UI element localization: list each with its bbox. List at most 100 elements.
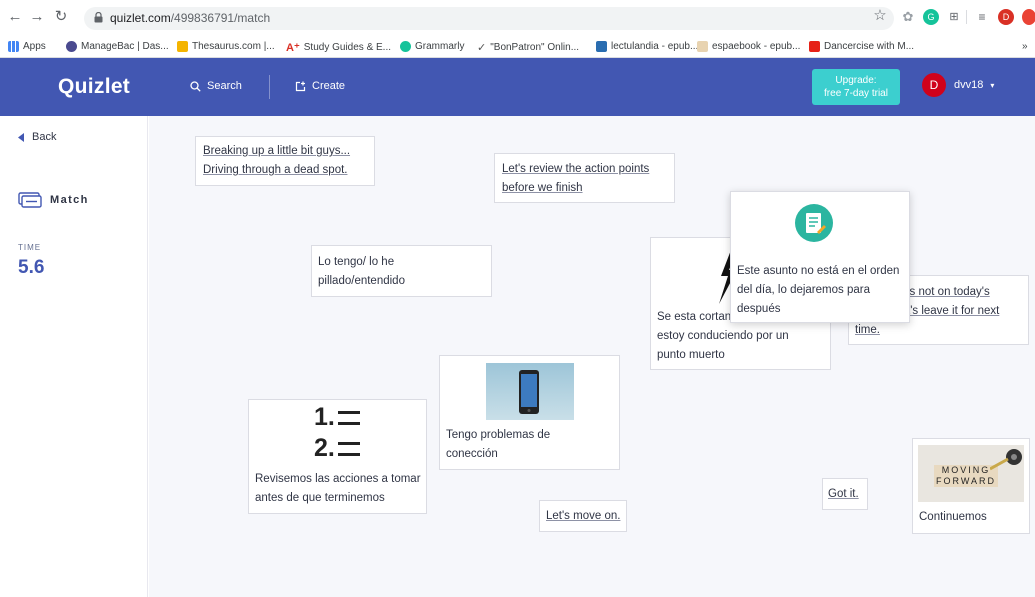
- bookmark-espaebook[interactable]: espaebook - epub...: [697, 41, 800, 52]
- card-line: Tengo problemas de: [446, 429, 551, 441]
- match-card-term[interactable]: Got it.: [822, 478, 868, 510]
- bookmark-label: Study Guides & E...: [303, 42, 392, 53]
- bookmark-label: ManageBac | Das...: [81, 41, 169, 52]
- reading-list-icon[interactable]: ≡: [974, 9, 990, 25]
- search-button[interactable]: Search: [190, 80, 242, 92]
- match-label: Match: [50, 194, 89, 206]
- checklist-icon: [795, 204, 833, 242]
- extension-icon[interactable]: ✿: [900, 9, 916, 25]
- bookmark-apps[interactable]: Apps: [8, 41, 46, 52]
- user-menu[interactable]: dvv18 ▾: [954, 79, 994, 91]
- grammarly-extension-icon[interactable]: G: [923, 9, 939, 25]
- match-card-definition[interactable]: MOVING FORWARD Continuemos: [912, 438, 1030, 534]
- card-text: Este asunto no está en el orden del día,…: [737, 262, 899, 319]
- managebac-icon: [66, 41, 77, 52]
- url-path: /499836791/match: [170, 11, 271, 25]
- chevron-down-icon: ▾: [990, 81, 995, 90]
- match-card-definition[interactable]: 1. 2. Revisemos las acciones a tomar ant…: [248, 399, 427, 514]
- bookmark-grammarly[interactable]: Grammarly: [400, 41, 464, 52]
- bookmark-label: Thesaurus.com |...: [192, 41, 275, 52]
- moving-word: MOVING: [934, 465, 998, 476]
- time-label: TIME: [18, 243, 42, 252]
- list-lines: [337, 441, 360, 456]
- forward-arrow-icon[interactable]: →: [28, 8, 46, 26]
- upgrade-button[interactable]: Upgrade: free 7-day trial: [812, 69, 900, 105]
- card-text: Breaking up a little bit guys... Driving…: [203, 142, 350, 180]
- match-card-definition[interactable]: Tengo problemas de conección: [439, 355, 620, 470]
- card-text: Got it.: [828, 488, 859, 500]
- star-icon[interactable]: ☆: [871, 7, 889, 25]
- match-card-definition[interactable]: Lo tengo/ lo he pillado/entendido: [311, 245, 492, 297]
- card-text: Let's review the action points before we…: [502, 160, 649, 198]
- match-card-definition[interactable]: Este asunto no está en el orden del día,…: [730, 191, 910, 323]
- match-card-term[interactable]: Let's move on.: [539, 500, 627, 532]
- study-guides-icon: A⁺: [286, 42, 300, 54]
- card-line: Breaking up a little bit guys...: [203, 145, 351, 157]
- reload-icon[interactable]: ↻: [52, 8, 70, 26]
- numbered-list-icon: 1. 2.: [314, 402, 360, 464]
- search-label: Search: [207, 80, 242, 92]
- card-text: Let's move on.: [546, 510, 621, 522]
- card-line: después: [737, 303, 781, 315]
- bookmarks-overflow-icon[interactable]: »: [1022, 41, 1028, 52]
- list-number: 2.: [314, 434, 335, 462]
- moving-forward-image: MOVING FORWARD: [918, 445, 1024, 502]
- profile-avatar[interactable]: D: [998, 9, 1014, 25]
- card-text: Continuemos: [919, 511, 987, 523]
- username: dvv18: [954, 79, 984, 91]
- bookmark-thesaurus[interactable]: Thesaurus.com |...: [177, 41, 275, 52]
- back-button[interactable]: Back: [18, 131, 56, 143]
- card-line: estoy conduciendo por un: [657, 330, 789, 342]
- card-text: Revisemos las acciones a tomar antes de …: [255, 470, 421, 508]
- lectulandia-icon: [596, 41, 607, 52]
- list-number: 1.: [314, 403, 335, 431]
- card-line: Driving through a dead spot.: [203, 164, 348, 176]
- card-line: Let's review the action points: [502, 163, 650, 175]
- youtube-icon: [809, 41, 820, 52]
- create-button[interactable]: Create: [295, 80, 345, 92]
- address-bar[interactable]: quizlet.com/499836791/match: [84, 7, 894, 30]
- create-icon: [295, 81, 306, 91]
- card-line: conección: [446, 448, 498, 460]
- bookmark-label: Apps: [23, 41, 46, 52]
- match-icon: [18, 192, 42, 208]
- forward-word: FORWARD: [934, 476, 998, 487]
- bookmark-managebac[interactable]: ManageBac | Das...: [66, 41, 169, 52]
- card-line: del día, lo dejaremos para: [737, 284, 870, 296]
- user-avatar[interactable]: D: [922, 73, 946, 97]
- card-line: antes de que terminemos: [255, 492, 385, 504]
- upgrade-line2: free 7-day trial: [824, 88, 888, 99]
- quizlet-logo[interactable]: Quizlet: [58, 75, 130, 99]
- back-arrow-icon[interactable]: ←: [6, 8, 24, 26]
- match-card-term[interactable]: Breaking up a little bit guys... Driving…: [195, 136, 375, 186]
- create-label: Create: [312, 80, 346, 92]
- browser-toolbar: ← → ↻ quizlet.com/499836791/match ☆ ✿ G …: [0, 0, 1035, 37]
- bookmark-dancercise[interactable]: Dancercise with M...: [809, 41, 914, 52]
- url-text: quizlet.com/499836791/match: [110, 11, 270, 25]
- bookmark-label: Dancercise with M...: [824, 41, 915, 52]
- upgrade-line1: Upgrade:: [835, 75, 877, 86]
- bookmark-bonpatron[interactable]: ✓ "BonPatron" Onlin...: [477, 41, 579, 54]
- apps-grid-icon: [8, 41, 19, 52]
- moving-forward-text: MOVING FORWARD: [934, 465, 998, 487]
- card-text: Lo tengo/ lo he pillado/entendido: [318, 253, 405, 291]
- smartphone-icon: [519, 370, 539, 414]
- extension-red-icon[interactable]: [1022, 9, 1035, 25]
- thesaurus-icon: [177, 41, 188, 52]
- card-line: Revisemos las acciones a tomar: [255, 473, 421, 485]
- back-label: Back: [32, 131, 57, 143]
- card-line: pillado/entendido: [318, 275, 405, 287]
- match-mode: Match: [18, 192, 89, 208]
- bookmark-label: lectulandia - epub...: [611, 41, 699, 52]
- grid-extension-icon[interactable]: ⊞: [946, 9, 962, 25]
- bonpatron-icon: ✓: [477, 42, 487, 54]
- card-line: time.: [855, 324, 880, 336]
- list-lines: [337, 410, 360, 425]
- lock-icon: [94, 12, 103, 23]
- card-text: Tengo problemas de conección: [446, 426, 550, 464]
- match-card-term[interactable]: Let's review the action points before we…: [494, 153, 675, 203]
- card-line: Lo tengo/ lo he: [318, 256, 395, 268]
- bookmark-label: espaebook - epub...: [712, 41, 801, 52]
- bookmark-lectulandia[interactable]: lectulandia - epub...: [596, 41, 698, 52]
- bookmark-study-guides[interactable]: A⁺ Study Guides & E...: [286, 41, 391, 54]
